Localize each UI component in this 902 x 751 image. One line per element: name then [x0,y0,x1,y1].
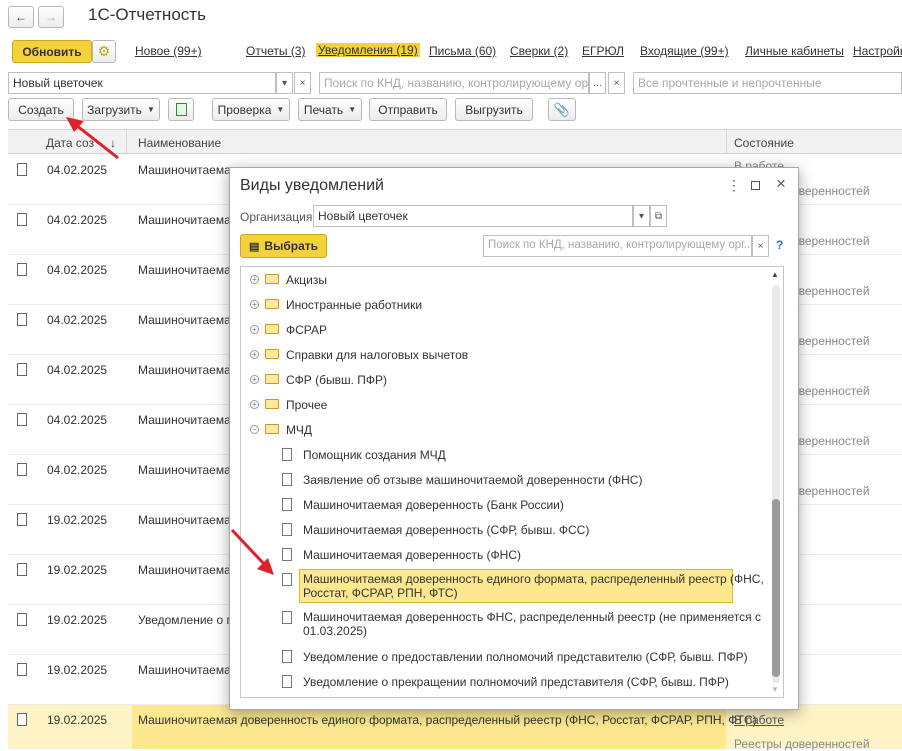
annotation-arrow-item [230,528,274,575]
annotation-arrows [66,117,274,575]
annotation-arrow-create [66,117,119,160]
